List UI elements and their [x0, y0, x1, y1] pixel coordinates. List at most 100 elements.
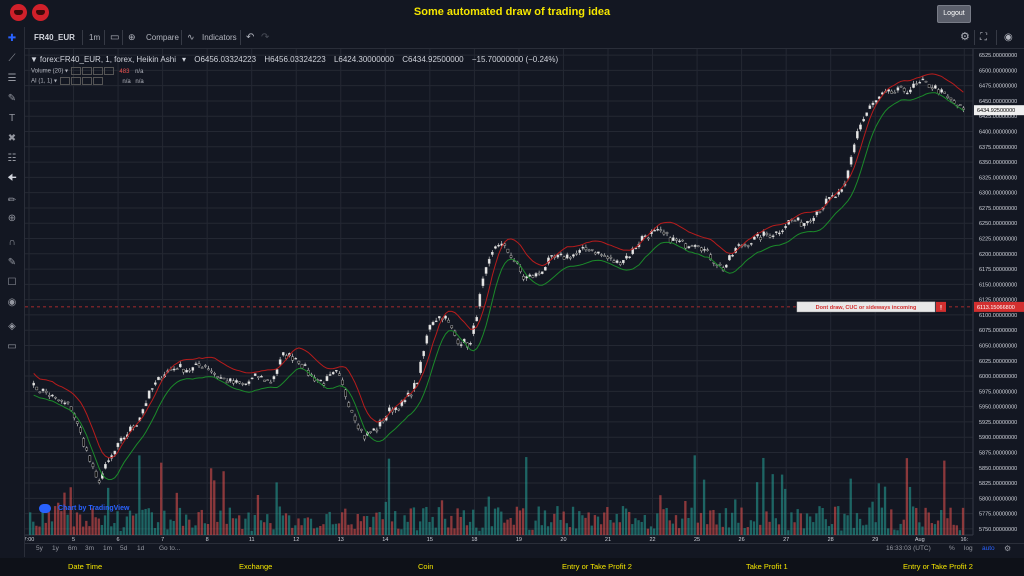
ai-study-label[interactable]: AI (1, 1) — [31, 79, 52, 85]
ai-settings-icon[interactable] — [70, 77, 81, 85]
volume-bar — [768, 521, 771, 535]
logout-button[interactable]: Logout — [937, 5, 971, 23]
legend-dropdown-icon[interactable]: ▾ — [182, 55, 186, 64]
indicators-button[interactable]: Indicators — [202, 27, 237, 48]
brush-icon[interactable]: ✎ — [6, 93, 18, 105]
candle-body — [559, 253, 563, 256]
study-remove-icon[interactable] — [92, 67, 103, 75]
candle-body — [603, 255, 606, 257]
compare-button[interactable]: Compare — [146, 27, 179, 48]
candle-body — [781, 230, 784, 233]
candle-body — [272, 376, 276, 380]
volume-bar — [946, 518, 949, 535]
ruler-icon[interactable]: ✏ — [6, 195, 18, 207]
volume-bar — [347, 524, 350, 535]
crosshair-icon[interactable]: ✚ — [6, 33, 18, 45]
volume-bar — [409, 508, 412, 535]
legend-collapse-icon[interactable]: ▼ — [30, 55, 38, 64]
trend-line-icon[interactable]: ⟋ — [6, 53, 18, 65]
volume-bar — [849, 478, 852, 535]
interval-button[interactable]: 1m — [89, 27, 100, 48]
range-6m[interactable]: 6m — [68, 545, 77, 552]
candle-body — [154, 382, 157, 385]
volume-bar — [487, 496, 490, 535]
tradingview-watermark[interactable]: Chart by TradingView — [58, 505, 129, 512]
range-1y[interactable]: 1y — [52, 545, 59, 552]
indicators-icon[interactable]: ∿ — [187, 27, 195, 48]
volume-bar — [325, 514, 328, 535]
symbol-search[interactable]: FR40_EUR — [34, 27, 75, 48]
volume-bar — [38, 526, 41, 535]
candle-body — [962, 107, 965, 110]
volume-study-label[interactable]: Volume (20) — [31, 69, 63, 75]
redo-icon[interactable]: ↷ — [261, 27, 269, 48]
range-5y[interactable]: 5y — [36, 545, 43, 552]
toolbar-divider — [104, 30, 105, 45]
candle-body — [104, 464, 107, 469]
volume-bar — [47, 512, 51, 535]
magnet-icon[interactable]: ∩ — [6, 237, 18, 249]
volume-bar — [737, 522, 740, 535]
range-1d[interactable]: 1d — [137, 545, 144, 552]
legend-series-title: forex:FR40_EUR, 1, forex, Heikin Ashi — [39, 55, 176, 64]
candle-body — [32, 382, 35, 386]
lock-icon[interactable]: ☐ — [6, 277, 18, 289]
volume-bar — [528, 529, 531, 535]
volume-bar — [581, 515, 584, 535]
auto-scale-toggle[interactable]: auto — [982, 545, 995, 552]
range-3m[interactable]: 3m — [85, 545, 94, 552]
prediction-tool-icon[interactable]: ☷ — [6, 153, 18, 165]
candle-style-icon[interactable]: ▭ — [110, 27, 119, 48]
range-5d[interactable]: 5d — [120, 545, 127, 552]
undo-icon[interactable]: ↶ — [246, 27, 254, 48]
volume-bar — [671, 523, 675, 535]
text-tool-icon[interactable]: T — [6, 113, 18, 125]
trash-icon[interactable]: ▭ — [6, 341, 18, 353]
camera-snapshot-icon[interactable]: ◉ — [1004, 27, 1013, 48]
percent-scale-toggle[interactable]: % — [949, 545, 955, 552]
compare-icon[interactable]: ⊕ — [128, 27, 136, 48]
back-arrow-icon[interactable]: 🠈 — [6, 173, 18, 185]
candle-body — [66, 401, 70, 404]
fullscreen-icon[interactable]: ⛶ — [980, 27, 987, 48]
ai-more-icon[interactable] — [92, 77, 103, 85]
chart-settings-gear-icon[interactable]: ⚙ — [1004, 544, 1011, 553]
volume-bar — [593, 515, 597, 535]
utc-clock[interactable]: 16:33:03 (UTC) — [886, 545, 931, 552]
layers-icon[interactable]: ◈ — [6, 321, 18, 333]
volume-bar — [537, 506, 540, 535]
volume-bar — [874, 522, 877, 535]
volume-value: 483 — [119, 68, 130, 75]
price-chart[interactable]: 6525.00000000 6500.00000000 6475.00000000 6… — [25, 49, 1024, 542]
volume-bar — [272, 529, 275, 535]
study-more-icon[interactable] — [103, 67, 114, 75]
eye-icon[interactable]: ◉ — [6, 297, 18, 309]
volume-bar — [740, 507, 743, 535]
ai-remove-icon[interactable] — [81, 77, 92, 85]
candle-body — [806, 221, 809, 224]
pattern-tool-icon[interactable]: ✖ — [6, 133, 18, 145]
range-1m[interactable]: 1m — [103, 545, 112, 552]
settings-gear-icon[interactable]: ⚙ — [960, 27, 970, 48]
candle-body — [597, 251, 600, 254]
study-settings-icon[interactable] — [81, 67, 92, 75]
volume-bar — [587, 512, 590, 535]
candle-body — [122, 437, 126, 440]
candle-body — [203, 365, 207, 367]
ai-value-1: n/a — [122, 78, 131, 85]
y-tick-label: 5950.00000000 — [979, 405, 1017, 411]
ai-visibility-icon[interactable] — [59, 77, 70, 85]
fib-tool-icon[interactable]: ☰ — [6, 73, 18, 85]
volume-bar — [612, 522, 615, 535]
zoom-in-icon[interactable]: ⊕ — [6, 213, 18, 225]
candle-body — [703, 249, 706, 251]
goto-date-button[interactable]: Go to... — [159, 545, 180, 552]
log-scale-toggle[interactable]: log — [964, 545, 973, 552]
y-tick-label: 5825.00000000 — [979, 481, 1017, 487]
study-visibility-icon[interactable] — [70, 67, 81, 75]
stay-drawing-icon[interactable]: ✎ — [6, 257, 18, 269]
candle-body — [197, 363, 201, 367]
candle-body — [300, 364, 304, 369]
x-tick-label: 8 — [206, 537, 209, 542]
volume-bar — [512, 524, 515, 535]
